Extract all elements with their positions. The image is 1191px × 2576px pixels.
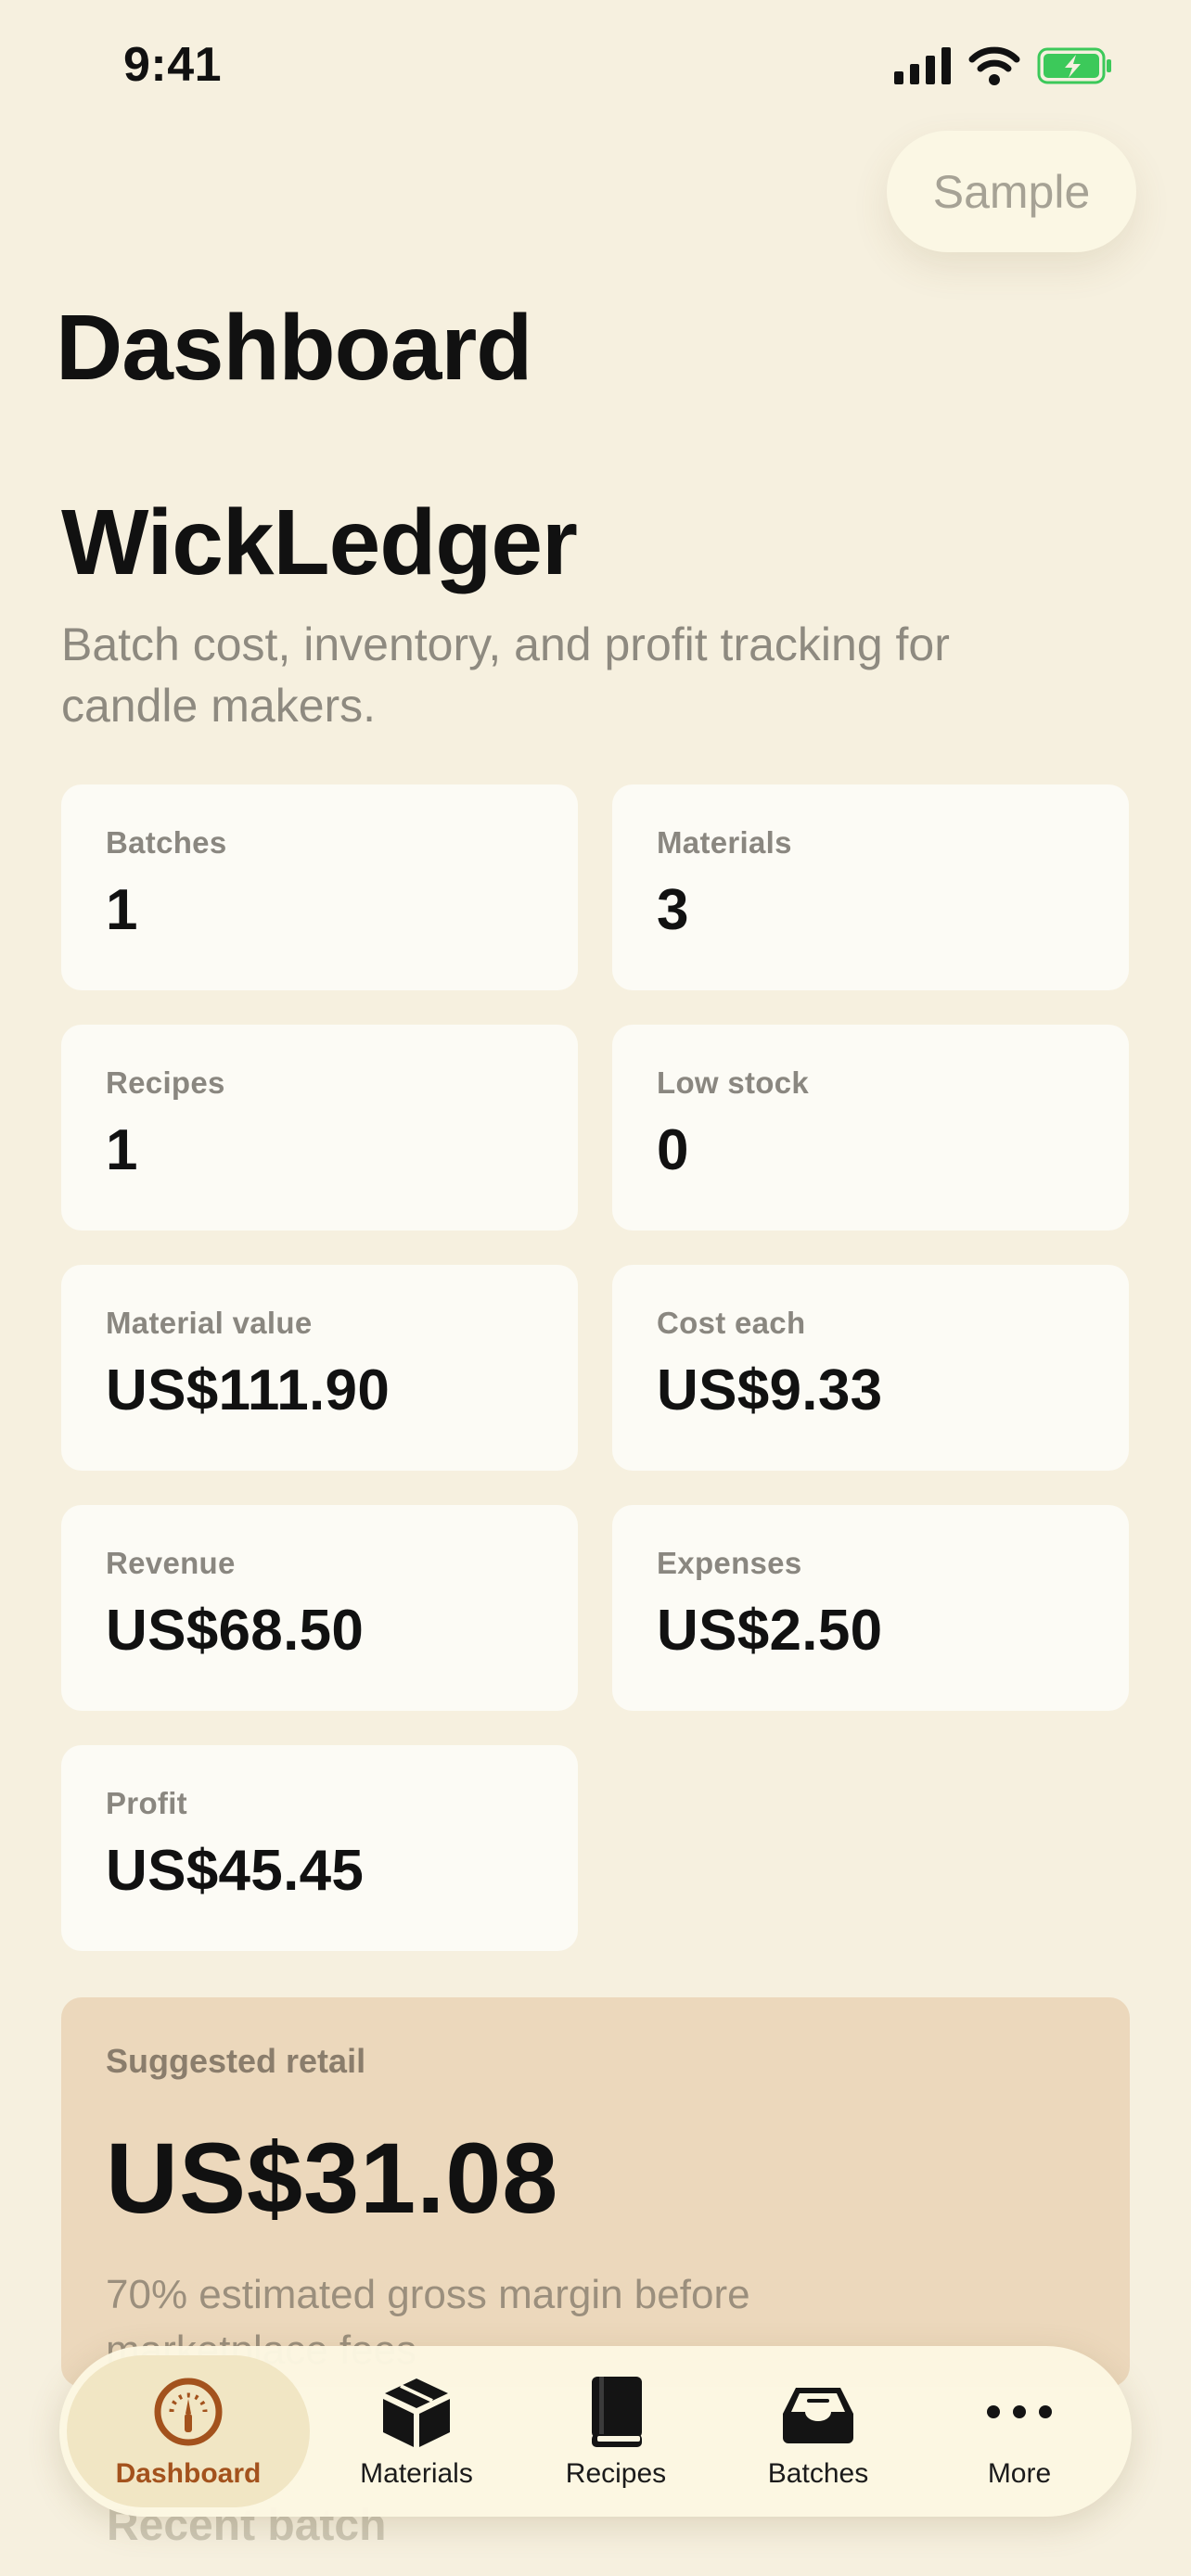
tab-label: Batches bbox=[767, 2458, 869, 2489]
stat-value: 1 bbox=[106, 878, 138, 942]
box-icon bbox=[383, 2378, 450, 2447]
tab-materials[interactable]: Materials bbox=[328, 2346, 505, 2517]
stat-value: 3 bbox=[657, 878, 689, 942]
tab-batches[interactable]: Batches bbox=[725, 2346, 911, 2517]
stat-label: Expenses bbox=[657, 1546, 802, 1580]
stat-value: US$2.50 bbox=[657, 1599, 883, 1663]
stat-card-recipes: Recipes 1 bbox=[61, 1025, 578, 1231]
suggested-retail-card: Suggested retail US$31.08 70% estimated … bbox=[61, 1997, 1130, 2387]
stat-label: Batches bbox=[106, 825, 227, 860]
stat-value: 0 bbox=[657, 1118, 689, 1182]
sample-button[interactable]: Sample bbox=[887, 131, 1136, 252]
stat-card-profit: Profit US$45.45 bbox=[61, 1745, 578, 1951]
battery-charging-icon bbox=[1037, 47, 1111, 84]
gauge-icon bbox=[154, 2378, 223, 2446]
stat-card-expenses: Expenses US$2.50 bbox=[612, 1505, 1129, 1711]
stat-label: Profit bbox=[106, 1786, 187, 1820]
tab-label: Dashboard bbox=[115, 2458, 262, 2489]
stat-value: US$9.33 bbox=[657, 1358, 883, 1422]
stat-value: US$68.50 bbox=[106, 1599, 365, 1663]
tab-label: More bbox=[987, 2458, 1052, 2489]
stat-value: 1 bbox=[106, 1118, 138, 1182]
tab-more[interactable]: More bbox=[931, 2346, 1108, 2517]
tab-label: Recipes bbox=[565, 2458, 667, 2489]
tray-icon bbox=[783, 2388, 853, 2443]
stat-label: Recipes bbox=[106, 1065, 225, 1100]
retail-label: Suggested retail bbox=[106, 2042, 366, 2080]
wifi-icon bbox=[968, 46, 1020, 85]
tab-dashboard[interactable]: Dashboard bbox=[67, 2346, 310, 2517]
stat-card-batches: Batches 1 bbox=[61, 784, 578, 990]
stat-value: US$111.90 bbox=[106, 1358, 391, 1422]
stat-label: Low stock bbox=[657, 1065, 810, 1100]
tab-recipes[interactable]: Recipes bbox=[528, 2346, 704, 2517]
cellular-signal-icon bbox=[894, 47, 951, 84]
stat-label: Revenue bbox=[106, 1546, 236, 1580]
tab-label: Materials bbox=[360, 2458, 473, 2489]
stat-card-low-stock: Low stock 0 bbox=[612, 1025, 1129, 1231]
page-title: Dashboard bbox=[56, 296, 532, 400]
stat-value: US$45.45 bbox=[106, 1839, 365, 1903]
book-icon bbox=[592, 2377, 642, 2447]
stat-card-cost-each: Cost each US$9.33 bbox=[612, 1265, 1129, 1471]
stat-card-material-value: Material value US$111.90 bbox=[61, 1265, 578, 1471]
status-icons bbox=[894, 46, 1113, 85]
screen: 9:41 Sample Dashboard WickLedger Batch c… bbox=[0, 0, 1191, 2576]
app-name: WickLedger bbox=[61, 491, 578, 594]
retail-value: US$31.08 bbox=[106, 2122, 559, 2234]
ellipsis-icon bbox=[987, 2405, 1052, 2418]
stat-label: Material value bbox=[106, 1306, 313, 1340]
app-subtitle: Batch cost, inventory, and profit tracki… bbox=[61, 618, 950, 732]
stat-label: Cost each bbox=[657, 1306, 806, 1340]
stat-card-revenue: Revenue US$68.50 bbox=[61, 1505, 578, 1711]
stat-card-materials: Materials 3 bbox=[612, 784, 1129, 990]
stat-label: Materials bbox=[657, 825, 792, 860]
tab-bar: Dashboard Materials Recipes Batches More bbox=[59, 2346, 1132, 2517]
status-time: 9:41 bbox=[123, 38, 223, 92]
